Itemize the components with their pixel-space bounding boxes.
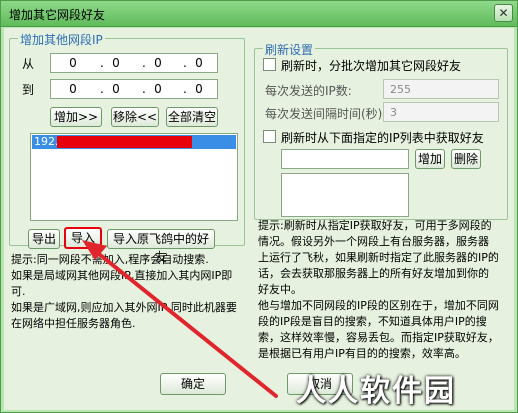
watermark-text: 人人软件园 [296, 374, 456, 409]
arrow-shaft [92, 248, 278, 398]
annotation-arrow-icon [82, 240, 278, 398]
close-icon[interactable]: ✕ [494, 4, 513, 22]
title-bar[interactable]: 增加其它网段好友 ✕ [1, 1, 517, 27]
window-title: 增加其它网段好友 [9, 8, 106, 22]
dialog-client: 增加其他网段IP 从 0 . 0 . 0 . 0 到 0 . 0 . 0 . 0 [4, 28, 514, 410]
dialog-window: 增加其它网段好友 ✕ 增加其他网段IP 从 0 . 0 . 0 . 0 到 0 … [0, 0, 518, 413]
